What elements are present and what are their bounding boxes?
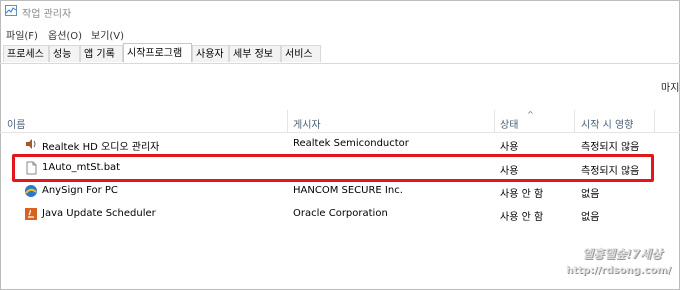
watermark-url: http://rdsong.com/ bbox=[566, 265, 671, 276]
row-status: 사용 안 함 bbox=[500, 189, 544, 200]
menu-file[interactable]: 파일(F) bbox=[6, 27, 38, 42]
column-separator[interactable] bbox=[287, 110, 288, 132]
java-icon bbox=[25, 208, 37, 220]
column-header: 이름 게시자 ^ 상태 시작 시 영향 bbox=[0, 108, 680, 133]
row-publisher: Realtek Semiconductor bbox=[293, 138, 409, 149]
column-separator[interactable] bbox=[494, 110, 495, 132]
task-manager-icon bbox=[5, 5, 17, 16]
row-impact: 없음 bbox=[581, 212, 600, 223]
title-bar: 작업 관리자 bbox=[0, 0, 680, 22]
speaker-icon bbox=[26, 139, 36, 149]
row-name: AnySign For PC bbox=[42, 185, 118, 196]
tab-performance[interactable]: 성능 bbox=[49, 45, 80, 62]
row-name: Realtek HD 오디오 관리자 bbox=[42, 142, 160, 153]
tab-bar: 프로세스 성능 앱 기록 시작프로그램 사용자 세부 정보 서비스 bbox=[0, 43, 680, 64]
column-header-status[interactable]: 상태 bbox=[500, 116, 518, 131]
row-publisher: Oracle Corporation bbox=[293, 208, 388, 219]
menu-options[interactable]: 옵션(O) bbox=[48, 27, 82, 42]
highlight-box bbox=[12, 154, 654, 182]
tab-processes[interactable]: 프로세스 bbox=[3, 45, 49, 62]
startup-row[interactable]: Realtek HD 오디오 관리자 Realtek Semiconductor… bbox=[0, 133, 680, 155]
anysign-icon bbox=[25, 185, 37, 197]
sort-ascending-icon: ^ bbox=[527, 110, 534, 119]
tab-details[interactable]: 세부 정보 bbox=[229, 45, 281, 62]
column-separator[interactable] bbox=[654, 110, 655, 132]
row-status: 사용 bbox=[500, 142, 519, 153]
window-title: 작업 관리자 bbox=[22, 9, 72, 20]
startup-row[interactable]: Java Update Scheduler Oracle Corporation… bbox=[0, 203, 680, 225]
tab-users[interactable]: 사용자 bbox=[192, 45, 229, 62]
menu-view[interactable]: 보기(V) bbox=[91, 27, 124, 42]
row-publisher: HANCOM SECURE Inc. bbox=[293, 185, 403, 196]
column-header-publisher[interactable]: 게시자 bbox=[293, 116, 321, 131]
watermark-title: 엘흉델숲!7세상 bbox=[582, 247, 663, 261]
row-impact: 없음 bbox=[581, 189, 600, 200]
row-impact: 측정되지 않음 bbox=[581, 142, 640, 153]
column-header-name[interactable]: 이름 bbox=[7, 116, 25, 131]
column-header-impact[interactable]: 시작 시 영향 bbox=[581, 116, 633, 131]
tab-startup[interactable]: 시작프로그램 bbox=[123, 43, 192, 62]
startup-row[interactable]: AnySign For PC HANCOM SECURE Inc. 사용 안 함… bbox=[0, 180, 680, 202]
row-status: 사용 안 함 bbox=[500, 212, 544, 223]
row-name: Java Update Scheduler bbox=[42, 208, 156, 219]
tab-app-history[interactable]: 앱 기록 bbox=[80, 45, 123, 62]
menu-bar: 파일(F) 옵션(O) 보기(V) bbox=[0, 24, 680, 42]
column-separator[interactable] bbox=[574, 110, 575, 132]
last-bios-time-label: 마지 bbox=[661, 83, 680, 94]
tab-services[interactable]: 서비스 bbox=[281, 45, 321, 62]
